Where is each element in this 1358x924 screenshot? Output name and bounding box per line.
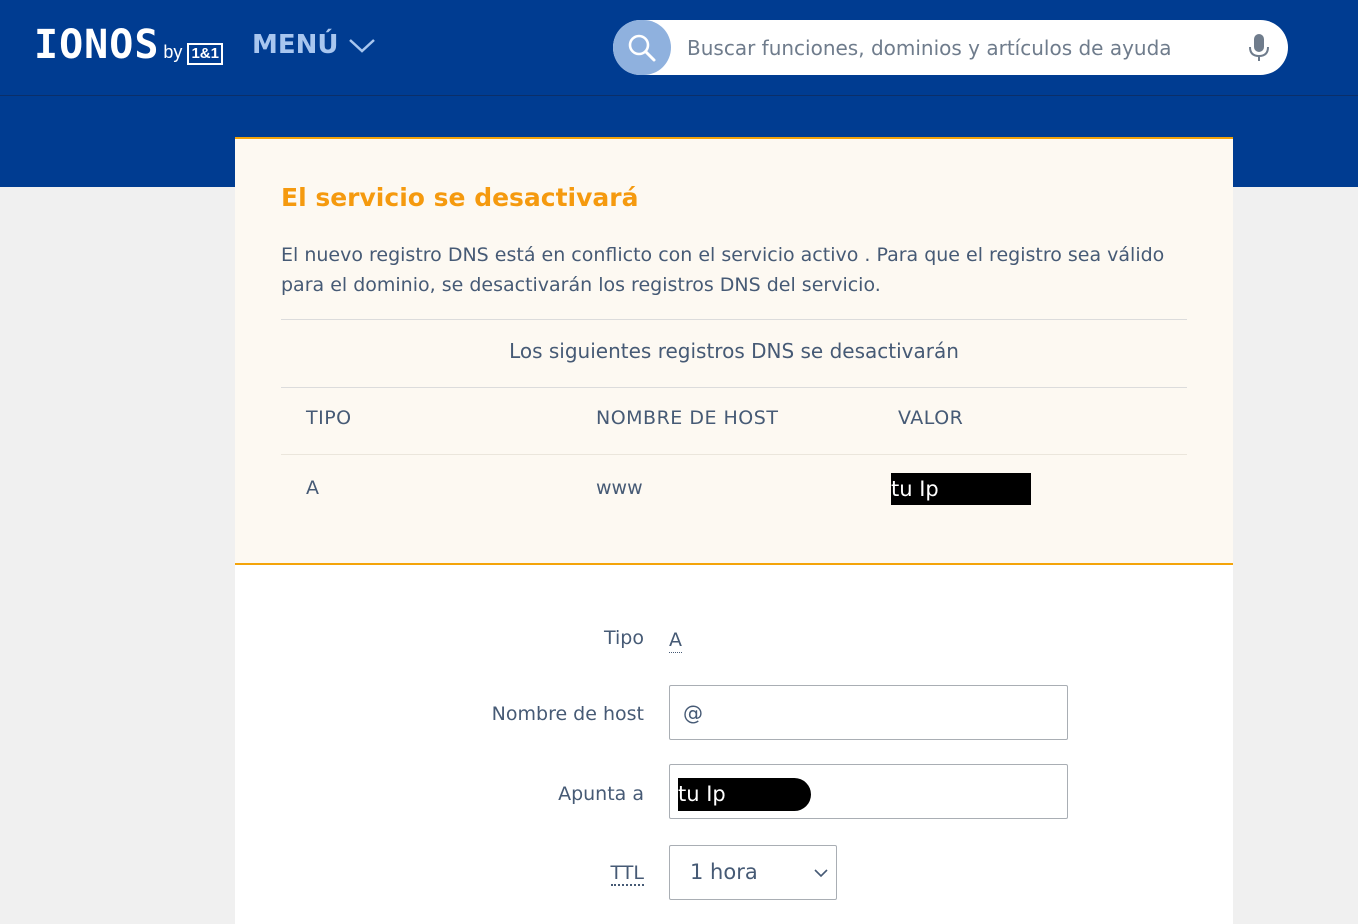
column-header-tipo: TIPO xyxy=(306,407,352,429)
chevron-down-icon xyxy=(814,869,828,878)
chevron-down-icon xyxy=(348,39,375,53)
warning-text: El nuevo registro DNS está en conflicto … xyxy=(281,244,1165,296)
search-button[interactable] xyxy=(613,20,671,75)
column-header-host: NOMBRE DE HOST xyxy=(596,407,779,429)
warning-title: El servicio se desactivará xyxy=(281,183,639,212)
conflict-warning-panel: El servicio se desactivará El nuevo regi… xyxy=(235,139,1233,565)
host-name-input[interactable] xyxy=(669,685,1068,740)
record-value-redacted: tu Ip xyxy=(891,473,1031,505)
points-to-value-redacted: tu Ip xyxy=(678,778,811,811)
divider xyxy=(281,387,1187,388)
ttl-select[interactable]: 1 hora xyxy=(669,845,837,900)
search-input[interactable] xyxy=(687,20,1227,75)
logo-by-text: by xyxy=(163,42,183,62)
record-tipo-cell: A xyxy=(306,477,319,499)
logo-wordmark: IONOS xyxy=(34,22,160,68)
menu-button[interactable]: MENÚ xyxy=(252,30,377,60)
host-label: Nombre de host xyxy=(491,703,644,725)
ttl-label-text: TTL xyxy=(610,862,644,886)
divider xyxy=(281,319,1187,320)
points-to-label: Apunta a xyxy=(558,783,644,805)
affected-records-heading: Los siguientes registros DNS se desactiv… xyxy=(509,339,959,363)
menu-label: MENÚ xyxy=(252,30,339,60)
divider xyxy=(281,454,1187,455)
ttl-selected-value: 1 hora xyxy=(690,860,758,884)
ttl-label: TTL xyxy=(610,862,644,886)
microphone-icon[interactable] xyxy=(1245,33,1273,63)
search-icon xyxy=(628,34,656,61)
search-bar xyxy=(613,20,1288,75)
tipo-value[interactable]: A xyxy=(669,628,682,653)
top-navigation-bar: IONOS by 1&1 MENÚ xyxy=(0,0,1358,96)
ionos-logo[interactable]: IONOS by 1&1 xyxy=(34,22,223,68)
tipo-label: Tipo xyxy=(604,627,644,649)
column-header-valor: VALOR xyxy=(898,407,964,429)
dns-record-card: El servicio se desactivará El nuevo regi… xyxy=(235,137,1233,924)
logo-partner-badge: 1&1 xyxy=(187,43,223,65)
record-host-cell: www xyxy=(596,477,643,499)
